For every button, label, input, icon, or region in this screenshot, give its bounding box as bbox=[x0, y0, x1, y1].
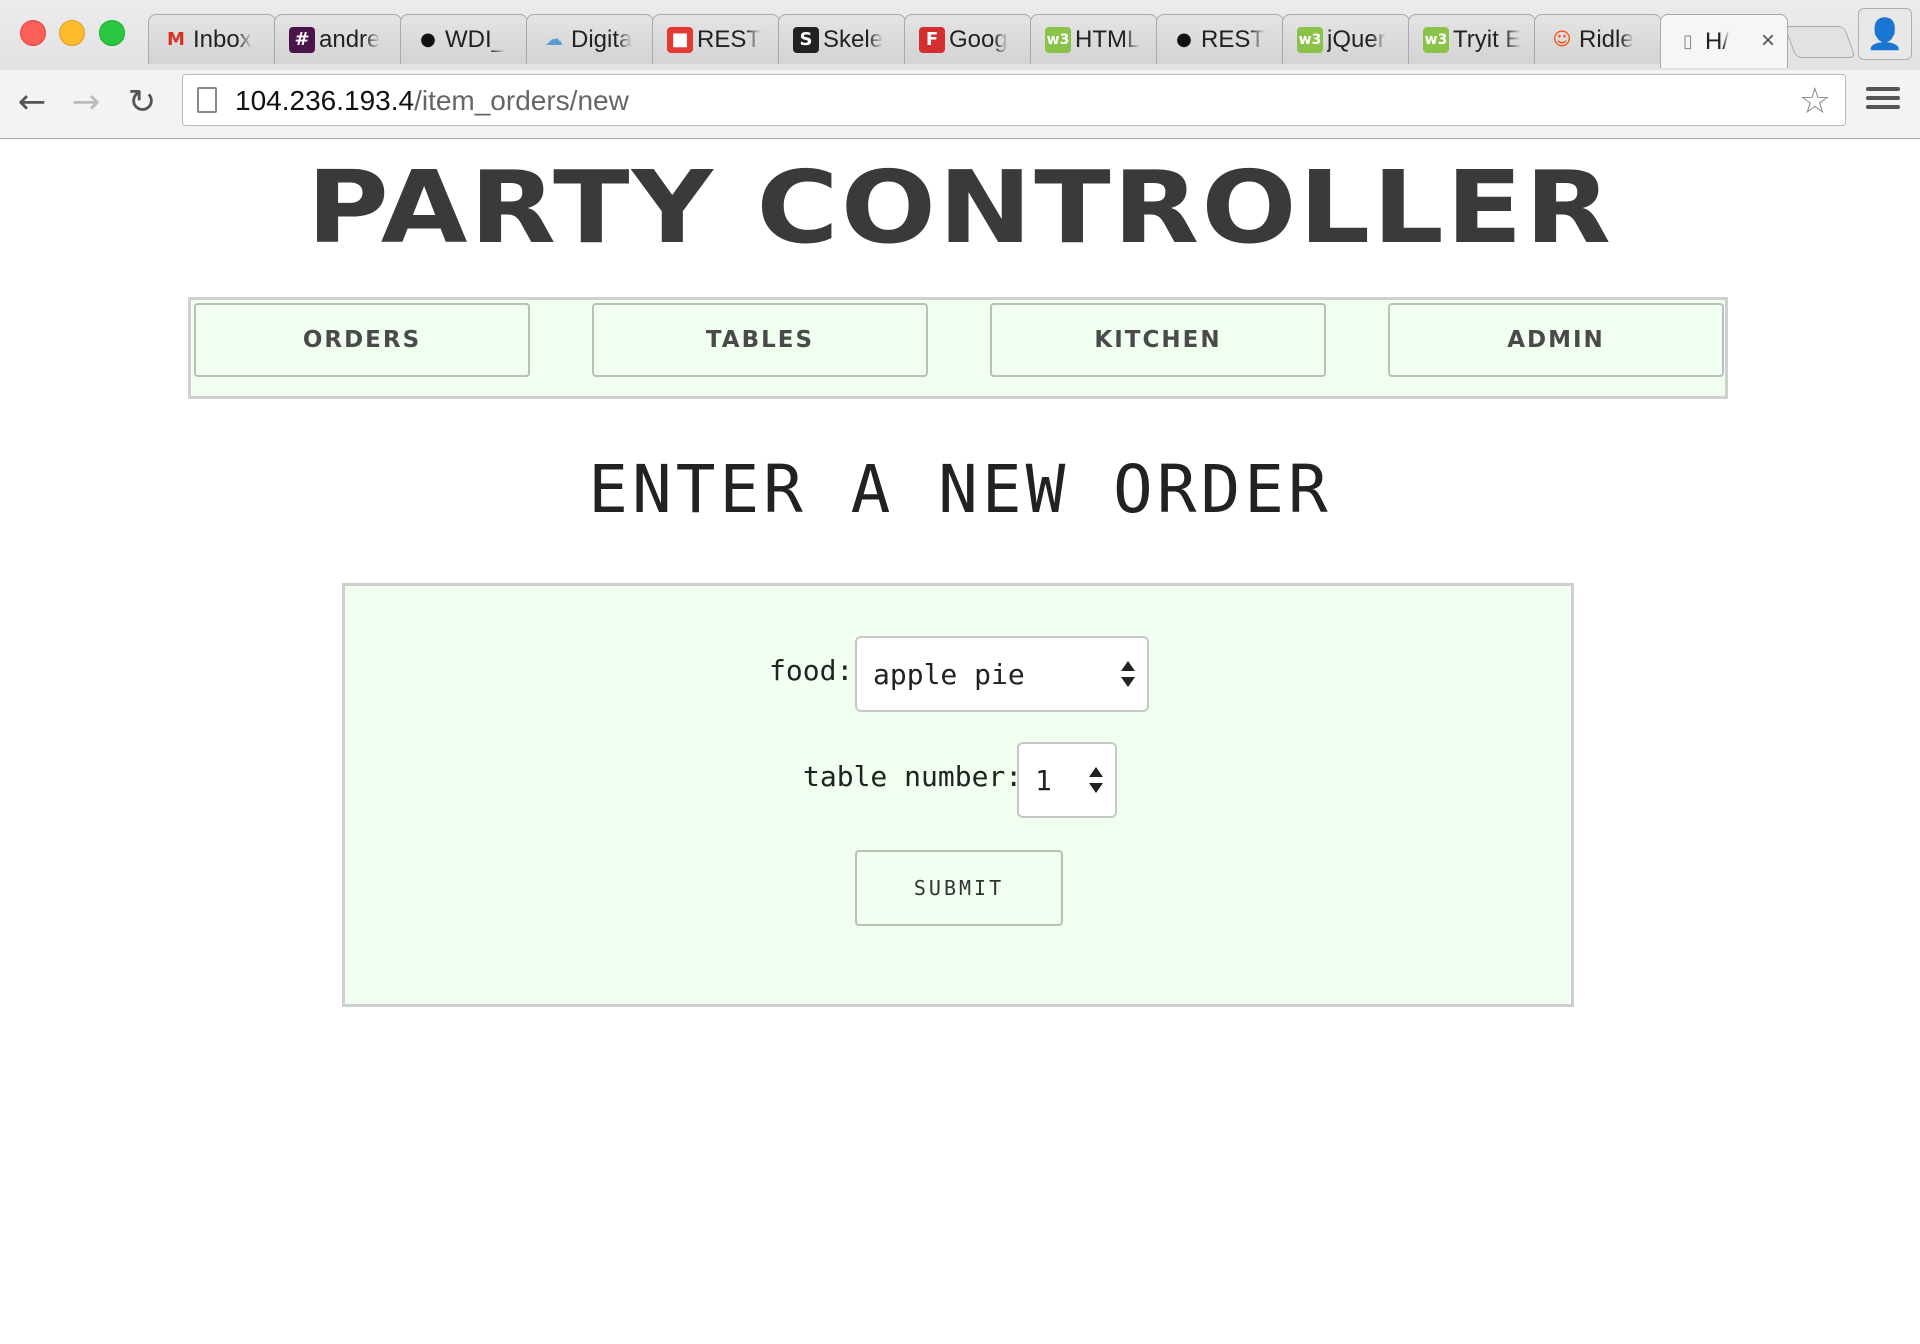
google-fonts-icon: F bbox=[919, 26, 945, 53]
browser-tab-label: Goog bbox=[949, 25, 1008, 53]
skeleton-icon: S bbox=[793, 26, 819, 53]
reddit-icon: ☺ bbox=[1552, 29, 1572, 50]
cloud-icon: ☁ bbox=[545, 29, 563, 50]
github-icon: ● bbox=[420, 29, 436, 50]
browser-toolbar: ← → ↻ 104.236.193.4/item_orders/new ☆ bbox=[0, 70, 1920, 138]
profile-button[interactable]: 👤 bbox=[1858, 8, 1912, 60]
browser-tab[interactable]: ■ REST bbox=[652, 14, 780, 64]
browser-tab-label: Inbox bbox=[193, 25, 252, 53]
browser-tab-label: jQuer bbox=[1327, 25, 1386, 53]
main-nav: ORDERS TABLES KITCHEN ADMIN bbox=[188, 297, 1728, 399]
nav-tables-button[interactable]: TABLES bbox=[592, 303, 928, 377]
page-heading: ENTER A NEW ORDER bbox=[588, 451, 1332, 528]
page-icon: ▯ bbox=[1683, 31, 1693, 52]
browser-tab[interactable]: w3 HTML bbox=[1030, 14, 1158, 64]
github-icon: ● bbox=[1176, 29, 1192, 50]
browser-tab[interactable]: M Inbox bbox=[148, 14, 276, 64]
submit-button[interactable]: SUBMIT bbox=[855, 850, 1063, 926]
browser-tab-label: Skele bbox=[823, 25, 884, 53]
browser-tab[interactable]: w3 Tryit E bbox=[1408, 14, 1536, 64]
nav-kitchen-button[interactable]: KITCHEN bbox=[990, 303, 1326, 377]
slack-icon: # bbox=[289, 26, 315, 53]
browser-tab-label: Digita bbox=[571, 25, 633, 53]
food-select[interactable]: apple pie bbox=[855, 636, 1149, 712]
browser-tab-label: Ridle bbox=[1579, 25, 1634, 53]
minimize-window-button[interactable] bbox=[59, 20, 85, 46]
back-button[interactable]: ← bbox=[10, 80, 54, 124]
new-tab-button[interactable] bbox=[1784, 26, 1856, 58]
table-number-select[interactable]: 1 bbox=[1017, 742, 1117, 818]
w3schools-icon: w3 bbox=[1297, 26, 1323, 53]
food-select-value: apple pie bbox=[873, 657, 1025, 691]
reload-icon: ↻ bbox=[127, 82, 157, 122]
maximize-window-button[interactable] bbox=[99, 20, 125, 46]
food-label: food: bbox=[769, 654, 854, 687]
gmail-icon: M bbox=[167, 29, 185, 50]
select-arrows-icon bbox=[1089, 765, 1103, 795]
forward-arrow-icon: → bbox=[71, 82, 101, 122]
w3schools-icon: w3 bbox=[1423, 26, 1449, 53]
site-title: PARTY CONTROLLER bbox=[306, 149, 1614, 266]
nav-orders-button[interactable]: ORDERS bbox=[194, 303, 530, 377]
browser-tab[interactable]: # andre bbox=[274, 14, 402, 64]
url-text[interactable]: 104.236.193.4/item_orders/new bbox=[235, 85, 629, 117]
table-number-value: 1 bbox=[1035, 763, 1052, 797]
close-tab-icon[interactable]: × bbox=[1761, 27, 1775, 55]
reload-button[interactable]: ↻ bbox=[120, 80, 164, 124]
page-content: PARTY CONTROLLER ORDERS TABLES KITCHEN A… bbox=[0, 139, 1920, 1344]
person-icon: 👤 bbox=[1866, 17, 1904, 51]
tab-strip: M Inbox # andre ● WDI_ ☁ Digita ■ REST S Skele F Goog… bbox=[148, 14, 1848, 68]
browser-tab-label: H/ bbox=[1705, 27, 1729, 55]
browser-menu-button[interactable] bbox=[1866, 82, 1900, 116]
bookmark-star-icon[interactable]: ☆ bbox=[1799, 81, 1831, 122]
select-arrows-icon bbox=[1121, 659, 1135, 689]
table-number-label: table number: bbox=[803, 760, 1023, 793]
browser-chrome: M Inbox # andre ● WDI_ ☁ Digita ■ REST S Skele F Goog… bbox=[0, 0, 1920, 139]
browser-tab-label: REST bbox=[1201, 25, 1266, 53]
browser-tab-label: HTML bbox=[1075, 25, 1141, 53]
browser-tab[interactable]: ● REST bbox=[1156, 14, 1284, 64]
browser-tab[interactable]: ☺ Ridle bbox=[1534, 14, 1662, 64]
browser-tab[interactable]: ☁ Digita bbox=[526, 14, 654, 64]
nav-admin-button[interactable]: ADMIN bbox=[1388, 303, 1724, 377]
browser-tab[interactable]: S Skele bbox=[778, 14, 906, 64]
browser-tab-label: Tryit E bbox=[1453, 25, 1522, 53]
url-host: 104.236.193.4 bbox=[235, 85, 415, 116]
forward-button[interactable]: → bbox=[64, 80, 108, 124]
browser-tab[interactable]: ▯ H/ × bbox=[1660, 14, 1788, 68]
url-path: /item_orders/new bbox=[414, 85, 629, 116]
browser-tab[interactable]: w3 jQuer bbox=[1282, 14, 1410, 64]
browser-tab-label: REST bbox=[697, 25, 762, 53]
new-order-form: food: apple pie table number: 1 SUBMIT bbox=[342, 583, 1574, 1007]
page-icon bbox=[197, 87, 217, 113]
close-window-button[interactable] bbox=[20, 20, 46, 46]
rest-icon: ■ bbox=[667, 26, 693, 53]
address-bar[interactable]: 104.236.193.4/item_orders/new ☆ bbox=[182, 74, 1846, 126]
browser-tab-label: andre bbox=[319, 25, 381, 53]
browser-tab-label: WDI_ bbox=[445, 25, 505, 53]
browser-tab[interactable]: F Goog bbox=[904, 14, 1032, 64]
browser-tab[interactable]: ● WDI_ bbox=[400, 14, 528, 64]
w3schools-icon: w3 bbox=[1045, 26, 1071, 53]
back-arrow-icon: ← bbox=[17, 82, 47, 122]
